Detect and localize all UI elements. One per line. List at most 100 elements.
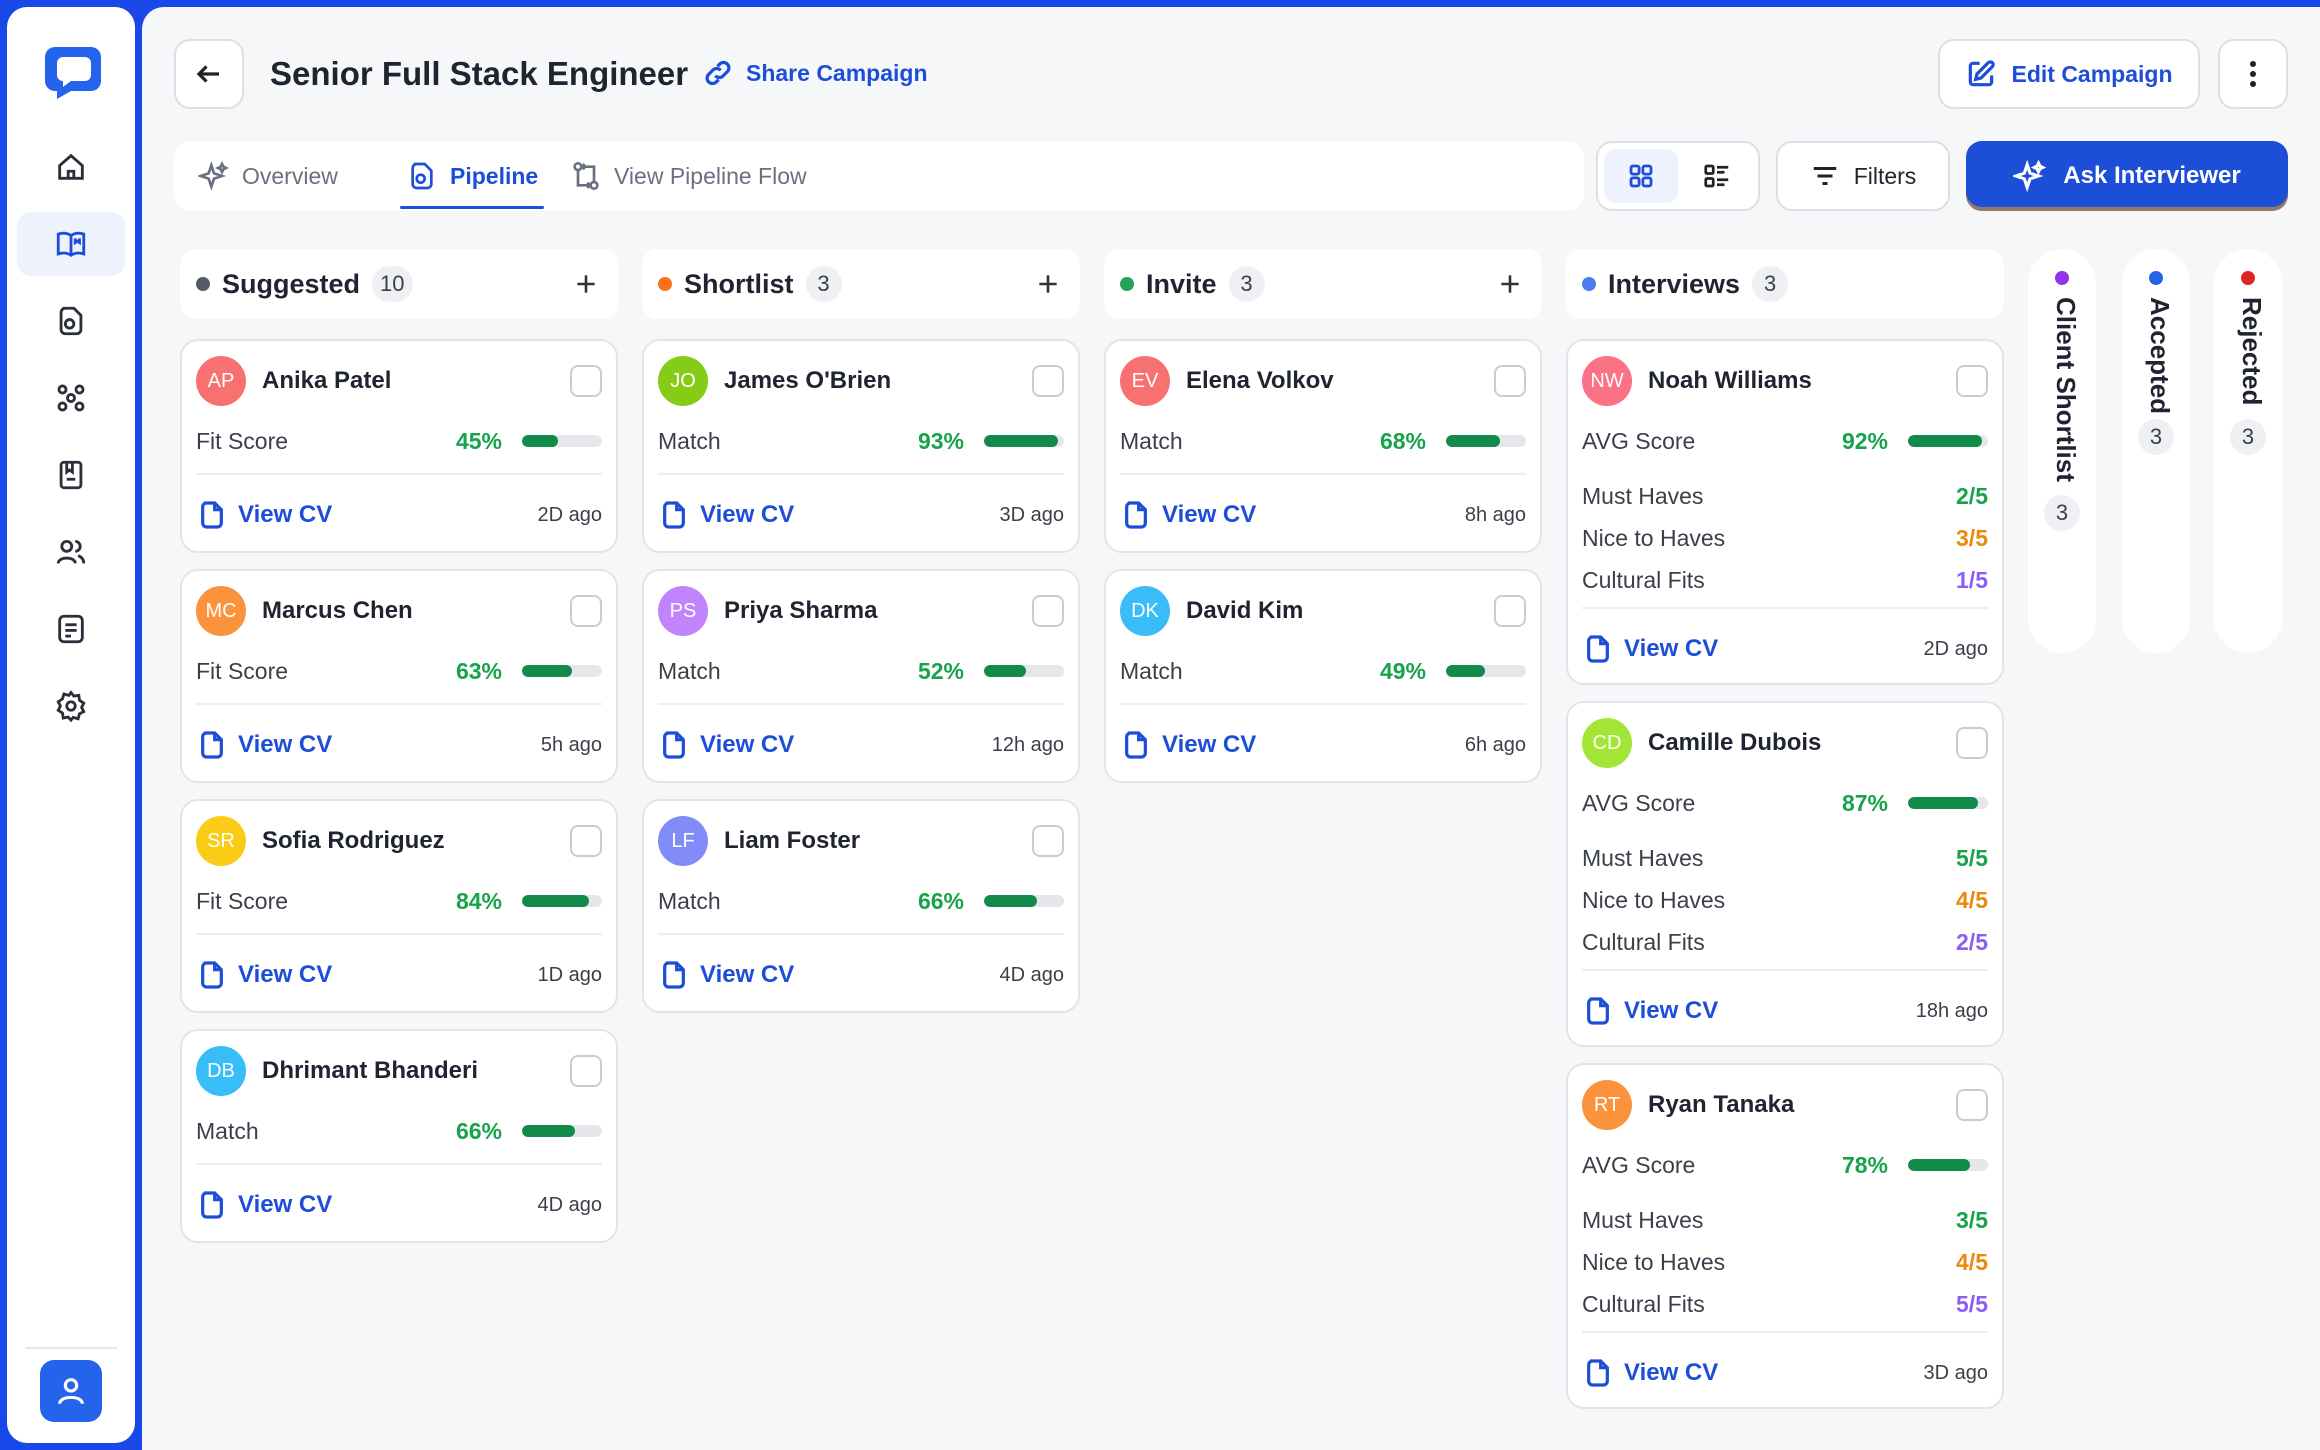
card-header: DB Dhrimant Bhanderi [196,1045,478,1097]
grid-view-button[interactable] [1604,149,1678,203]
score-row: Match 66% [658,883,1064,919]
candidate-card[interactable]: DB Dhrimant Bhanderi Match 66% View CV 4D ago [180,1029,618,1243]
candidate-card[interactable]: CD Camille Dubois AVG Score 87% Must Haves 5/… [1566,701,2004,1047]
view-cv-link[interactable]: View CV [658,959,794,991]
sidebar-item-notes[interactable] [17,597,125,661]
app-logo[interactable] [41,41,105,101]
column-status-dot [1582,277,1596,291]
collapsed-column-accepted[interactable]: Accepted 3 [2122,249,2190,653]
select-checkbox[interactable] [1956,365,1988,397]
view-cv-link[interactable]: View CV [1120,729,1256,761]
view-cv-link[interactable]: View CV [1582,995,1718,1027]
sidebar-item-campaigns[interactable] [17,212,125,276]
nice-to-haves-row: Nice to Haves 3/5 [1582,517,1988,559]
avatar: JO [658,356,708,406]
card-divider [196,703,602,705]
view-cv-link[interactable]: View CV [196,959,332,991]
sidebar [7,7,135,1443]
sidebar-item-settings[interactable] [17,674,125,738]
sidebar-item-documents[interactable] [17,289,125,353]
collapsed-column-rejected[interactable]: Rejected 3 [2214,249,2282,653]
list-view-button[interactable] [1680,149,1754,203]
sidebar-item-users[interactable] [17,520,125,584]
select-checkbox[interactable] [1956,1089,1988,1121]
tab-pipeline[interactable]: Pipeline [399,141,545,211]
candidate-card[interactable]: LF Liam Foster Match 66% View CV 4D ago [642,799,1080,1013]
criteria-breakdown: Must Haves 2/5 Nice to Haves 3/5 Cultural Fi… [1582,475,1988,601]
sidebar-item-notebook[interactable] [17,443,125,507]
tab-pipeline-label: Pipeline [450,162,539,189]
select-checkbox[interactable] [1956,727,1988,759]
select-checkbox[interactable] [570,595,602,627]
score-label: Fit Score [196,657,289,684]
tab-overview[interactable]: Overview [198,141,338,211]
sidebar-item-team[interactable] [17,366,125,430]
add-candidate-button[interactable] [1492,266,1528,302]
candidate-card[interactable]: EV Elena Volkov Match 68% View CV 8h ago [1104,339,1542,553]
column-header: Suggested 10 [180,249,618,319]
select-checkbox[interactable] [1494,365,1526,397]
candidate-card[interactable]: PS Priya Sharma Match 52% View CV 12h ago [642,569,1080,783]
score-label: AVG Score [1582,1151,1696,1178]
candidate-card[interactable]: RT Ryan Tanaka AVG Score 78% Must Haves 3/5 Ni… [1566,1063,2004,1409]
view-cv-label: View CV [238,501,333,528]
profile-button[interactable] [40,1360,102,1422]
share-campaign-label: Share Campaign [746,59,928,86]
candidate-card[interactable]: DK David Kim Match 49% View CV 6h ago [1104,569,1542,783]
view-cv-link[interactable]: View CV [196,499,332,531]
plus-icon [1039,275,1057,293]
share-campaign-link[interactable]: Share Campaign [702,57,928,89]
card-header: JO James O'Brien [658,355,891,407]
more-options-button[interactable] [2218,39,2288,109]
score-bar [522,435,602,447]
back-button[interactable] [174,39,244,109]
add-candidate-button[interactable] [1030,266,1066,302]
score-row: Match 68% [1120,423,1526,459]
more-vertical-icon [2250,61,2256,87]
cultural-fits-label: Cultural Fits [1582,928,1705,955]
filters-button[interactable]: Filters [1776,141,1950,211]
file-icon [1125,501,1147,529]
candidate-card[interactable]: JO James O'Brien Match 93% View CV 3D ago [642,339,1080,553]
select-checkbox[interactable] [570,1055,602,1087]
view-cv-link[interactable]: View CV [1120,499,1256,531]
view-cv-link[interactable]: View CV [1582,633,1718,665]
select-checkbox[interactable] [570,825,602,857]
candidate-name: Elena Volkov [1186,367,1334,394]
time-ago: 12h ago [991,733,1064,756]
view-cv-link[interactable]: View CV [658,729,794,761]
time-ago: 4D ago [999,963,1065,986]
ask-interviewer-button[interactable]: Ask Interviewer [1966,141,2288,211]
score-bar-fill [1908,797,1978,809]
score-bar-fill [1908,1159,1971,1171]
candidate-card[interactable]: SR Sofia Rodriguez Fit Score 84% View CV 1D a… [180,799,618,1013]
tab-view-pipeline-flow[interactable]: View Pipeline Flow [570,141,807,211]
view-cv-label: View CV [700,731,795,758]
card-divider [196,473,602,475]
score-bar [984,895,1064,907]
candidate-card[interactable]: MC Marcus Chen Fit Score 63% View CV 5h ago [180,569,618,783]
select-checkbox[interactable] [1032,595,1064,627]
view-cv-link[interactable]: View CV [1582,1357,1718,1389]
card-divider [196,933,602,935]
card-header: AP Anika Patel [196,355,391,407]
select-checkbox[interactable] [1032,825,1064,857]
score-row: AVG Score 92% [1582,423,1988,459]
select-checkbox[interactable] [1032,365,1064,397]
home-icon [58,153,84,180]
view-cv-link[interactable]: View CV [658,499,794,531]
score-bar [1446,435,1526,447]
collapsed-column-client-shortlist[interactable]: Client Shortlist 3 [2028,249,2096,653]
score-row: Fit Score 45% [196,423,602,459]
sidebar-item-home[interactable] [17,135,125,199]
edit-campaign-button[interactable]: Edit Campaign [1938,39,2200,109]
time-ago: 18h ago [1915,999,1988,1022]
add-candidate-button[interactable] [568,266,604,302]
select-checkbox[interactable] [1494,595,1526,627]
card-divider [1120,703,1526,705]
candidate-card[interactable]: AP Anika Patel Fit Score 45% View CV 2D ago [180,339,618,553]
view-cv-link[interactable]: View CV [196,729,332,761]
view-cv-link[interactable]: View CV [196,1189,332,1221]
candidate-card[interactable]: NW Noah Williams AVG Score 92% Must Haves 2/5… [1566,339,2004,685]
select-checkbox[interactable] [570,365,602,397]
